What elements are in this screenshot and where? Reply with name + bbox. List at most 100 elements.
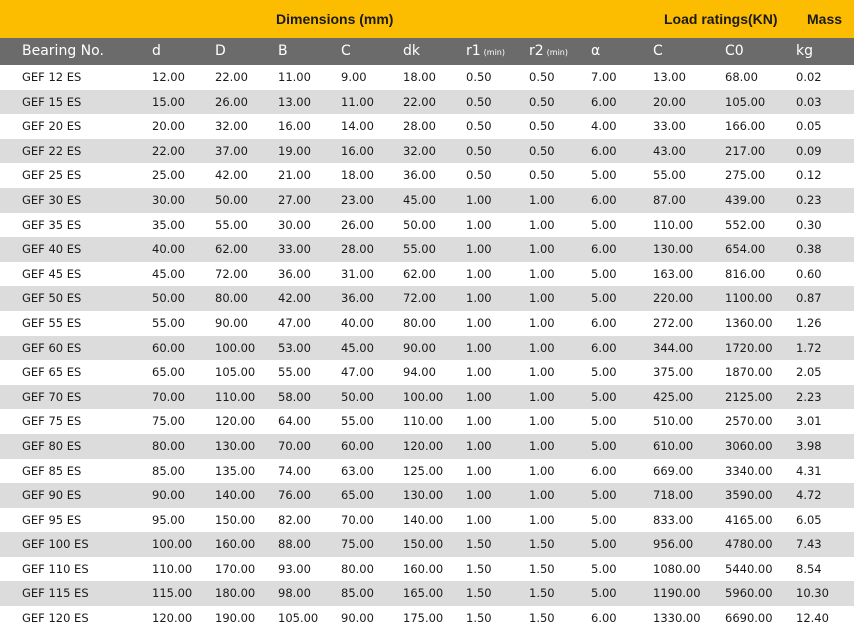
table-cell: 5.00 <box>591 365 617 380</box>
table-cell: 100.00 <box>152 537 193 552</box>
table-cell: 80.00 <box>403 315 436 330</box>
table-cell: 0.50 <box>466 168 492 183</box>
table-cell: 6.00 <box>591 340 617 355</box>
table-cell: 1.00 <box>466 438 492 453</box>
table-row: GEF 120 ES 120.00 190.00 105.00 90.00 175.00 1… <box>0 606 854 631</box>
table-row: GEF 25 ES 25.00 42.00 21.00 18.00 36.00 0.50 0.… <box>0 163 854 188</box>
table-cell: 47.00 <box>341 365 374 380</box>
table-cell: 28.00 <box>403 119 436 134</box>
column-header: Bearing No. <box>22 38 104 65</box>
bearing-number-cell: GEF 75 ES <box>22 414 82 429</box>
table-cell: 4.31 <box>796 463 822 478</box>
column-header-label: C0 <box>725 43 744 59</box>
bearing-number-cell: GEF 12 ES <box>22 70 82 84</box>
table-cell: 14.00 <box>341 119 374 134</box>
table-cell: 125.00 <box>403 463 444 478</box>
table-row: GEF 100 ES 100.00 160.00 88.00 75.00 150.00 1.… <box>0 532 854 557</box>
table-cell: 50.00 <box>341 389 374 404</box>
table-cell: 72.00 <box>403 291 436 306</box>
table-cell: 60.00 <box>341 438 374 453</box>
table-cell: 40.00 <box>152 242 185 257</box>
table-cell: 120.00 <box>403 438 444 453</box>
table-row: GEF 95 ES 95.00 150.00 82.00 70.00 140.00 1.00… <box>0 508 854 533</box>
column-header: C0 <box>725 38 744 65</box>
table-cell: 344.00 <box>653 340 694 355</box>
table-row: GEF 45 ES 45.00 72.00 36.00 31.00 62.00 1.00 1.… <box>0 262 854 287</box>
table-cell: 22.00 <box>403 94 436 109</box>
table-cell: 50.00 <box>215 192 248 207</box>
table-cell: 31.00 <box>341 266 374 281</box>
table-cell: 217.00 <box>725 143 766 158</box>
table-cell: 42.00 <box>278 291 311 306</box>
table-cell: 30.00 <box>152 192 185 207</box>
table-cell: 190.00 <box>215 611 256 626</box>
table-cell: 1.00 <box>466 242 492 257</box>
table-cell: 4780.00 <box>725 537 773 552</box>
table-cell: 68.00 <box>725 70 758 84</box>
column-header: B <box>278 38 288 65</box>
table-cell: 55.00 <box>341 414 374 429</box>
table-cell: 1.50 <box>466 537 492 552</box>
table-cell: 439.00 <box>725 192 766 207</box>
table-cell: 64.00 <box>278 414 311 429</box>
table-row: GEF 55 ES 55.00 90.00 47.00 40.00 80.00 1.00 1.… <box>0 311 854 336</box>
table-cell: 1.50 <box>529 611 555 626</box>
table-cell: 5.00 <box>591 217 617 232</box>
table-cell: 1.00 <box>466 217 492 232</box>
dimensions-group-label: Dimensions (mm) <box>276 11 394 27</box>
table-cell: 5440.00 <box>725 561 773 576</box>
table-cell: 25.00 <box>152 168 185 183</box>
table-cell: 5.00 <box>591 537 617 552</box>
table-cell: 1.00 <box>529 315 555 330</box>
table-cell: 70.00 <box>341 512 374 527</box>
bearing-number-cell: GEF 25 ES <box>22 168 82 183</box>
table-row: GEF 35 ES 35.00 55.00 30.00 26.00 50.00 1.00 1.… <box>0 213 854 238</box>
table-cell: 1.50 <box>466 586 492 601</box>
table-cell: 110.00 <box>653 217 694 232</box>
table-cell: 18.00 <box>403 70 436 84</box>
table-cell: 0.03 <box>796 94 822 109</box>
table-cell: 75.00 <box>341 537 374 552</box>
table-cell: 6.00 <box>591 315 617 330</box>
table-cell: 80.00 <box>215 291 248 306</box>
table-cell: 1100.00 <box>725 291 773 306</box>
table-cell: 5.00 <box>591 168 617 183</box>
table-cell: 1.00 <box>529 266 555 281</box>
table-cell: 5.00 <box>591 438 617 453</box>
table-cell: 130.00 <box>403 488 444 503</box>
table-cell: 5.00 <box>591 586 617 601</box>
table-cell: 0.50 <box>529 168 555 183</box>
table-cell: 22.00 <box>215 70 248 84</box>
table-cell: 105.00 <box>278 611 319 626</box>
table-cell: 120.00 <box>152 611 193 626</box>
table-cell: 115.00 <box>152 586 193 601</box>
table-cell: 669.00 <box>653 463 694 478</box>
column-header-label: B <box>278 43 288 59</box>
group-header-row: Dimensions (mm) Load ratings(KN) Mass <box>0 0 854 38</box>
table-cell: 170.00 <box>215 561 256 576</box>
table-cell: 140.00 <box>403 512 444 527</box>
table-cell: 62.00 <box>215 242 248 257</box>
table-cell: 100.00 <box>215 340 256 355</box>
table-cell: 11.00 <box>341 94 374 109</box>
table-cell: 0.50 <box>529 70 555 84</box>
table-cell: 1.00 <box>529 340 555 355</box>
table-cell: 1.00 <box>529 242 555 257</box>
table-cell: 36.00 <box>403 168 436 183</box>
table-row: GEF 65 ES 65.00 105.00 55.00 47.00 94.00 1.00 1… <box>0 360 854 385</box>
table-cell: 816.00 <box>725 266 766 281</box>
table-cell: 28.00 <box>341 242 374 257</box>
column-header-label: α <box>591 43 601 59</box>
table-cell: 40.00 <box>341 315 374 330</box>
bearing-number-cell: GEF 50 ES <box>22 291 82 306</box>
table-cell: 105.00 <box>725 94 766 109</box>
table-cell: 36.00 <box>278 266 311 281</box>
table-cell: 94.00 <box>403 365 436 380</box>
table-cell: 55.00 <box>152 315 185 330</box>
column-header: D <box>215 38 226 65</box>
column-header: α <box>591 38 600 65</box>
bearing-number-cell: GEF 45 ES <box>22 266 82 281</box>
table-cell: 82.00 <box>278 512 311 527</box>
table-row: GEF 40 ES 40.00 62.00 33.00 28.00 55.00 1.00 1.… <box>0 237 854 262</box>
table-cell: 0.50 <box>466 70 492 84</box>
